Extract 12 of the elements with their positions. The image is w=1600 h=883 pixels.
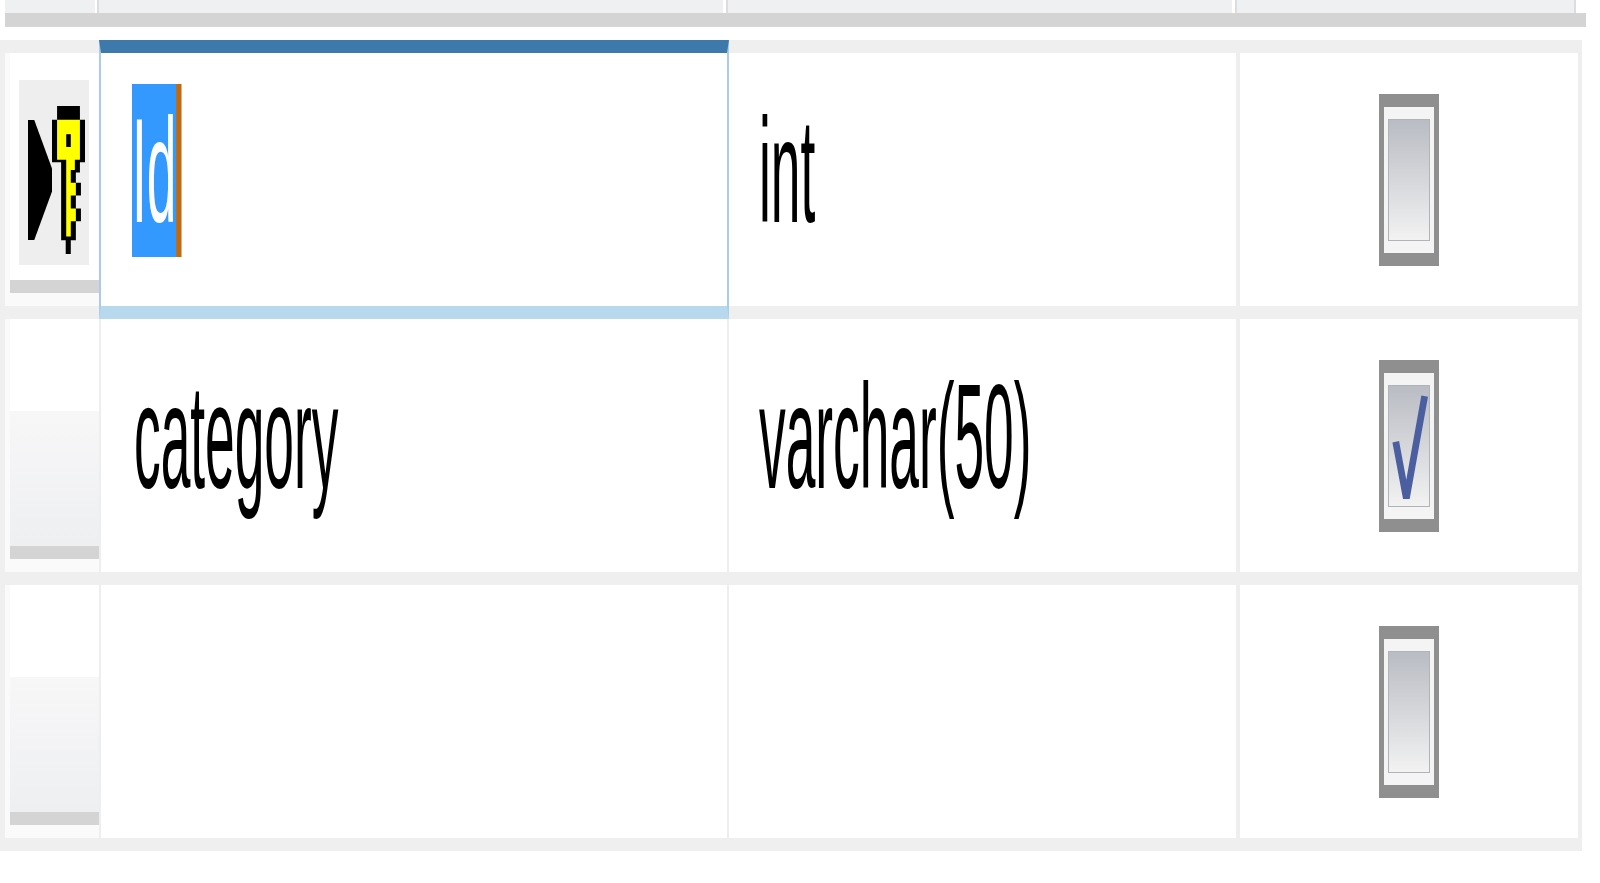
column-header[interactable] [1235, 0, 1576, 13]
data-type-text: varchar(50) [759, 353, 1032, 521]
row-selector[interactable] [10, 53, 99, 293]
name-edit-field[interactable]: Id [99, 40, 729, 319]
data-type-text: int [759, 87, 816, 255]
column-name-text: category [134, 353, 339, 521]
corner-header[interactable] [5, 0, 95, 13]
checkbox[interactable] [1379, 625, 1439, 798]
column-header[interactable] [97, 0, 723, 13]
checkbox[interactable] [1379, 93, 1439, 266]
checkbox[interactable] [1379, 359, 1439, 532]
column-header[interactable] [726, 0, 1232, 13]
